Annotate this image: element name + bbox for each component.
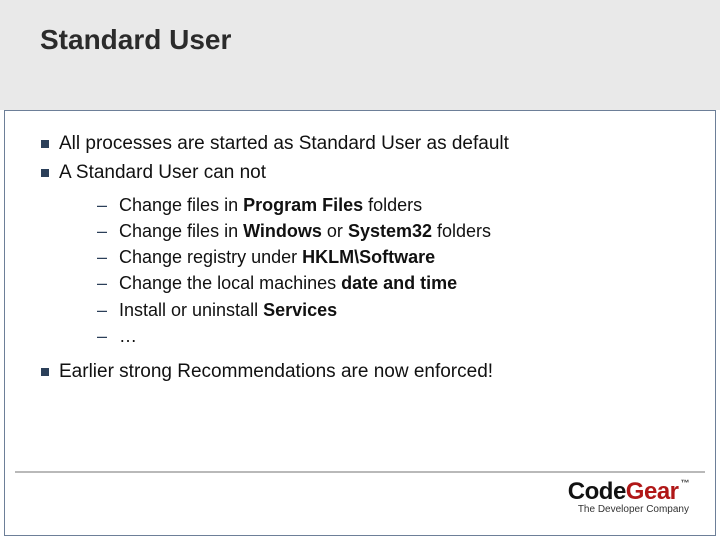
sub-bold: Windows	[243, 221, 322, 241]
trademark-icon: ™	[681, 478, 690, 488]
sub-bullet-item: Change files in Program Files folders	[97, 192, 685, 218]
bullet-item: All processes are started as Standard Us…	[35, 131, 685, 158]
logo-text-code: Code	[568, 478, 626, 505]
bullet-text: All processes are started as Standard Us…	[59, 133, 509, 154]
sub-text: folders	[432, 221, 491, 241]
sub-bold: System32	[348, 221, 432, 241]
sub-text: Change files in	[119, 195, 243, 215]
bullet-list: All processes are started as Standard Us…	[35, 131, 685, 385]
slide: Standard User All processes are started …	[0, 0, 720, 540]
sub-bold: Program Files	[243, 195, 363, 215]
sub-bullet-item: Change files in Windows or System32 fold…	[97, 218, 685, 244]
divider	[15, 471, 705, 473]
sub-text: …	[119, 326, 137, 346]
sub-bullet-item: Install or uninstall Services	[97, 297, 685, 323]
bullet-text: Earlier strong Recommendations are now e…	[59, 361, 493, 382]
slide-title: Standard User	[40, 24, 231, 56]
bullet-item: A Standard User can not Change files in …	[35, 160, 685, 349]
sub-text: Change files in	[119, 221, 243, 241]
sub-bullet-item: Change registry under HKLM\Software	[97, 244, 685, 270]
sub-bullet-item: …	[97, 323, 685, 349]
sub-text: Install or uninstall	[119, 300, 263, 320]
logo: CodeGear™ The Developer Company	[568, 478, 689, 515]
logo-text-gear: Gear	[626, 478, 679, 505]
sub-text: Change registry under	[119, 247, 302, 267]
bullet-text: A Standard User can not	[59, 162, 266, 183]
sub-text: or	[322, 221, 348, 241]
sub-bold: Services	[263, 300, 337, 320]
logo-wordmark: CodeGear™	[568, 478, 689, 506]
sub-bullet-list: Change files in Program Files folders Ch…	[97, 192, 685, 349]
sub-bold: HKLM\Software	[302, 247, 435, 267]
sub-text: Change the local machines	[119, 273, 341, 293]
bullet-item: Earlier strong Recommendations are now e…	[35, 359, 685, 386]
sub-text: folders	[363, 195, 422, 215]
content-box: All processes are started as Standard Us…	[4, 110, 716, 536]
sub-bold: date and time	[341, 273, 457, 293]
sub-bullet-item: Change the local machines date and time	[97, 270, 685, 296]
logo-tagline: The Developer Company	[568, 504, 689, 515]
